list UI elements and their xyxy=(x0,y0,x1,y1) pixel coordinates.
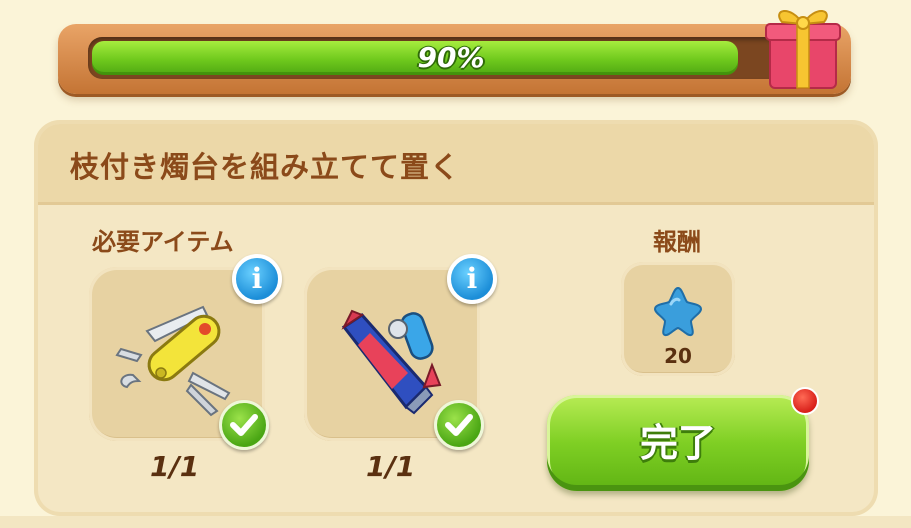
complete-button-label: 完了 xyxy=(639,421,716,465)
info-button-paint-tube[interactable]: i xyxy=(447,254,497,304)
progress-percent-label: 90% xyxy=(417,41,485,74)
complete-button[interactable]: 完了 xyxy=(547,395,809,491)
info-button-pocket-knife[interactable]: i xyxy=(232,254,282,304)
progress-bar-frame: 90% xyxy=(58,24,851,94)
pocket-knife-icon xyxy=(115,305,231,417)
quest-title: 枝付き燭台を組み立てて置く xyxy=(70,150,461,184)
check-icon xyxy=(434,400,484,450)
check-icon xyxy=(219,400,269,450)
bottom-strip xyxy=(0,516,911,528)
reward-label: 報酬 xyxy=(653,228,701,256)
notification-dot xyxy=(791,387,819,415)
progress-track: 90% xyxy=(88,37,814,79)
item-count-paint-tube: 1/1 xyxy=(366,450,416,483)
gift-box-icon[interactable] xyxy=(760,0,846,92)
item-count-pocket-knife: 1/1 xyxy=(150,450,200,483)
reward-slot: 20 xyxy=(621,262,735,376)
reward-amount: 20 xyxy=(664,344,692,368)
quest-header: 枝付き燭台を組み立てて置く xyxy=(38,124,874,202)
required-items-label: 必要アイテム xyxy=(92,228,234,256)
paint-tube-icon xyxy=(341,309,442,415)
blue-star-icon xyxy=(653,286,703,337)
